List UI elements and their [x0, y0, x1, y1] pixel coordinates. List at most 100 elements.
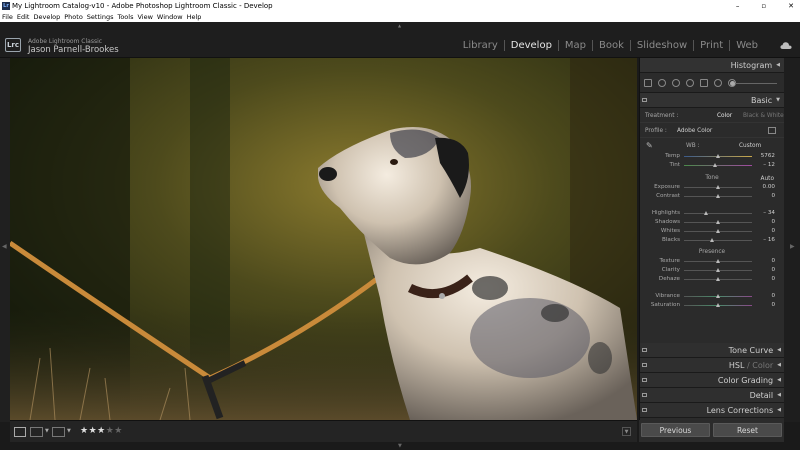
slider-knob[interactable]: [712, 163, 717, 167]
slider-knob[interactable]: [730, 81, 735, 86]
collapse-right-icon[interactable]: ▶: [790, 243, 795, 250]
module-library[interactable]: Library: [457, 40, 505, 51]
menu-edit[interactable]: Edit: [17, 13, 30, 21]
module-slideshow[interactable]: Slideshow: [631, 40, 695, 51]
hsl-header[interactable]: HSL / Color ◀: [640, 358, 785, 373]
slider-track-saturation[interactable]: [684, 303, 752, 307]
maximize-button[interactable]: ▫: [761, 0, 766, 12]
slider-track-whites[interactable]: [684, 229, 752, 233]
panel-toggle-icon[interactable]: [642, 393, 647, 397]
lens-corrections-header[interactable]: Lens Corrections ◀: [640, 403, 785, 418]
loupe-view-icon[interactable]: [14, 427, 26, 437]
swap-caret-icon[interactable]: ▼: [67, 428, 71, 434]
slider-knob[interactable]: [715, 294, 720, 298]
wb-select[interactable]: Custom: [739, 143, 761, 149]
profile-select[interactable]: Adobe Color: [677, 128, 712, 134]
histogram-header[interactable]: Histogram ◀: [640, 58, 784, 73]
expand-triangle-icon[interactable]: ◀: [777, 377, 781, 383]
collapse-triangle-icon[interactable]: ◀: [776, 62, 780, 68]
detail-header[interactable]: Detail ◀: [640, 388, 785, 403]
slider-knob[interactable]: [715, 268, 720, 272]
healing-tool-icon[interactable]: [672, 79, 680, 87]
slider-knob[interactable]: [703, 211, 708, 215]
slider-knob[interactable]: [715, 194, 720, 198]
cloud-sync-icon[interactable]: [780, 41, 792, 50]
treatment-bw-option[interactable]: Black & White: [743, 113, 784, 119]
hsl-color-label[interactable]: Color: [752, 361, 773, 370]
tone-curve-header[interactable]: Tone Curve ◀: [640, 343, 785, 358]
before-after-caret-icon[interactable]: ▼: [45, 428, 49, 434]
grid-overlay-icon[interactable]: [644, 79, 652, 87]
red-eye-tool-icon[interactable]: [686, 79, 694, 87]
menu-view[interactable]: View: [137, 13, 152, 21]
slider-track-clarity[interactable]: [684, 268, 752, 272]
previous-button[interactable]: Previous: [641, 423, 710, 437]
module-develop[interactable]: Develop: [505, 40, 559, 51]
star-rating[interactable]: ★★★★★: [80, 426, 123, 436]
slider-track-vibrance[interactable]: [684, 294, 752, 298]
slider-track-blacks[interactable]: [684, 238, 752, 242]
slider-value[interactable]: 0: [771, 193, 775, 199]
slider-knob[interactable]: [715, 220, 720, 224]
slider-value[interactable]: 0: [771, 267, 775, 273]
slider-knob[interactable]: [715, 277, 720, 281]
stars-empty[interactable]: ★★: [106, 426, 123, 436]
slider-knob[interactable]: [715, 303, 720, 307]
panel-toggle-icon[interactable]: [642, 348, 647, 352]
slider-track-texture[interactable]: [684, 259, 752, 263]
collapse-triangle-icon[interactable]: ▼: [776, 97, 780, 103]
slider-value[interactable]: – 16: [763, 237, 775, 243]
slider-knob[interactable]: [715, 154, 720, 158]
expand-triangle-icon[interactable]: ◀: [777, 362, 781, 368]
photo-preview[interactable]: [10, 58, 637, 420]
slider-track-dehaze[interactable]: [684, 277, 752, 281]
panel-toggle-icon[interactable]: [642, 98, 647, 102]
menu-file[interactable]: File: [2, 13, 13, 21]
expand-triangle-icon[interactable]: ◀: [777, 347, 781, 353]
slider-knob[interactable]: [715, 185, 720, 189]
slider-knob[interactable]: [715, 229, 720, 233]
slider-value[interactable]: 0: [771, 228, 775, 234]
slider-track-tint[interactable]: [684, 163, 752, 167]
left-panel-strip[interactable]: ◀: [0, 58, 10, 422]
tool-size-slider[interactable]: [730, 81, 777, 86]
treatment-color-option[interactable]: Color: [717, 113, 732, 119]
panel-toggle-icon[interactable]: [642, 408, 647, 412]
slider-track-shadows[interactable]: [684, 220, 752, 224]
slider-knob[interactable]: [715, 259, 720, 263]
menu-help[interactable]: Help: [187, 13, 202, 21]
slider-value[interactable]: 0: [771, 276, 775, 282]
before-after-icon[interactable]: [30, 427, 43, 437]
module-print[interactable]: Print: [694, 40, 731, 51]
slider-value[interactable]: 0: [771, 302, 775, 308]
panel-toggle-icon[interactable]: [642, 378, 647, 382]
module-book[interactable]: Book: [593, 40, 631, 51]
toolbar-menu-icon[interactable]: ▼: [622, 427, 631, 436]
right-panel-strip[interactable]: ▶: [784, 58, 800, 422]
expand-left-icon[interactable]: ◀: [2, 243, 7, 250]
close-button[interactable]: ✕: [788, 0, 794, 12]
color-grading-header[interactable]: Color Grading ◀: [640, 373, 785, 388]
slider-track-temp[interactable]: [684, 154, 752, 158]
mask-brush-icon[interactable]: [714, 79, 722, 87]
hsl-label[interactable]: HSL: [729, 361, 745, 370]
expand-filmstrip-icon[interactable]: ▼: [398, 443, 402, 449]
slider-track-highlights[interactable]: [684, 211, 752, 215]
slider-value[interactable]: 0: [771, 293, 775, 299]
panel-toggle-icon[interactable]: [642, 363, 647, 367]
expand-triangle-icon[interactable]: ◀: [777, 407, 781, 413]
menu-window[interactable]: Window: [157, 13, 183, 21]
masking-tool-icon[interactable]: [700, 79, 708, 87]
collapse-top-icon[interactable]: ▲: [398, 23, 402, 28]
expand-triangle-icon[interactable]: ◀: [777, 392, 781, 398]
module-web[interactable]: Web: [730, 40, 764, 51]
menu-develop[interactable]: Develop: [33, 13, 60, 21]
slider-value[interactable]: – 12: [763, 162, 775, 168]
menu-tools[interactable]: Tools: [117, 13, 133, 21]
slider-knob[interactable]: [710, 238, 715, 242]
reset-button[interactable]: Reset: [713, 423, 782, 437]
slider-value[interactable]: – 34: [763, 210, 775, 216]
menu-settings[interactable]: Settings: [87, 13, 114, 21]
before-after-swap-icon[interactable]: [52, 427, 65, 437]
crop-tool-icon[interactable]: [658, 79, 666, 87]
